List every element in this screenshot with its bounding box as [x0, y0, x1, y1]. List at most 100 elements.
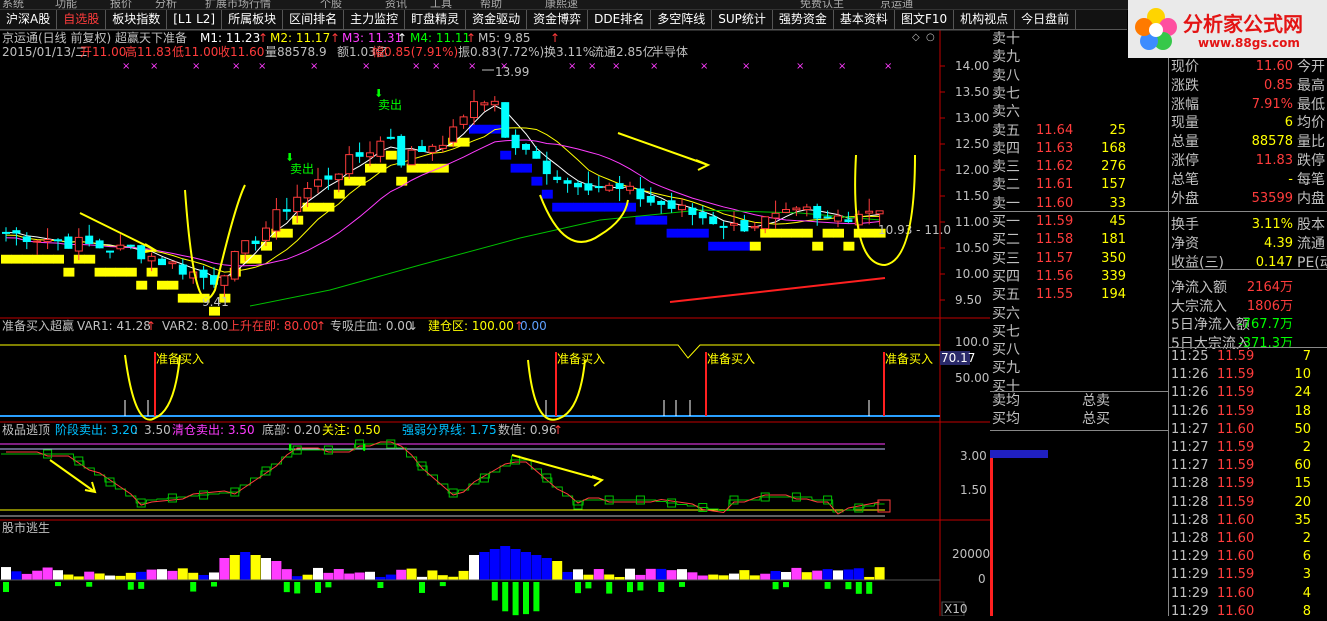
top-menu-item[interactable]: 报价: [110, 0, 132, 9]
volume-bar: [240, 552, 251, 580]
volume-bar: [406, 568, 417, 580]
tab-16[interactable]: 机构视点: [954, 10, 1016, 30]
quote-label-right: 最高: [1297, 77, 1325, 94]
signal-band-block: [635, 215, 647, 225]
top-menu-item[interactable]: 资讯: [385, 0, 407, 9]
volume-bar: [115, 575, 126, 580]
header-quote: 流通2.85亿: [592, 44, 655, 59]
panel3-title: 极品逃顶: [2, 423, 50, 437]
trend-line: [669, 277, 886, 303]
candle-body: [657, 200, 666, 205]
negative-bar: [824, 582, 831, 589]
top-menu-item[interactable]: 系统: [2, 0, 24, 9]
ask-label: 卖二: [992, 177, 1020, 194]
candle-body: [376, 140, 385, 157]
tab-12[interactable]: SUP统计: [712, 10, 773, 30]
signal-band-block: [770, 228, 782, 238]
signal-band-block: [427, 163, 439, 173]
tab-5[interactable]: 区间排名: [283, 10, 345, 30]
top-menu-item[interactable]: 扩展市场行情: [205, 0, 271, 9]
signal-band-block: [833, 228, 844, 238]
candle-body: [834, 215, 842, 222]
negative-bar: [512, 582, 519, 616]
buy-signal-label: 准备买入: [707, 352, 755, 366]
kline-chart[interactable]: 京运通(日线 前复权) 超赢天下准备 M1: 11.23 M2: 11.17 M3: …: [0, 30, 990, 616]
top-menu-item[interactable]: 康熙速: [545, 0, 578, 9]
tick-time: 11:28: [1171, 476, 1209, 492]
panel4-tick: 0: [978, 572, 986, 586]
tick-time: 11:27: [1171, 440, 1209, 455]
tick-volume: 2: [1302, 531, 1311, 546]
candle-body: [199, 269, 208, 278]
panel3-d: 关注: 0.50: [322, 422, 381, 437]
top-menu-item[interactable]: 帮助: [480, 0, 502, 9]
tick-volume: 18: [1294, 403, 1311, 419]
volume-bar: [645, 568, 656, 580]
signal-band-block: [801, 228, 813, 238]
candle-body: [480, 102, 489, 106]
top-menu-item[interactable]: 工具: [430, 0, 452, 9]
tick-price: 11.60: [1217, 531, 1255, 546]
quote-label: 大宗流入: [1171, 298, 1227, 315]
candle-body: [511, 134, 520, 149]
tab-6[interactable]: 主力监控: [344, 10, 406, 30]
tick-price: 11.59: [1217, 385, 1255, 401]
header-indicator: M1: 11.23: [200, 31, 260, 45]
volume-bar: [94, 573, 105, 580]
tick-volume: 7: [1302, 349, 1311, 364]
tab-3[interactable]: [L1 L2]: [167, 10, 223, 30]
top-menu-item[interactable]: 个股: [320, 0, 342, 9]
panel3-a: 阶段卖出: 3.20: [55, 422, 138, 437]
tab-1[interactable]: 自选股: [57, 10, 107, 30]
tab-13[interactable]: 强势资金: [773, 10, 834, 30]
top-menu-item[interactable]: 京运通: [880, 0, 913, 9]
volume-bar: [21, 573, 32, 580]
tab-4[interactable]: 所属板块: [222, 10, 284, 30]
candle-body: [553, 176, 562, 181]
quote-value: 11.83: [1255, 153, 1293, 168]
volume-bar: [396, 569, 407, 580]
marker-x-icon: ×: [310, 61, 318, 72]
signal-band-block: [94, 267, 106, 277]
ask-volume: 276: [1101, 159, 1126, 175]
top-menu-item[interactable]: 功能: [55, 0, 77, 9]
candle-body: [355, 152, 364, 157]
tick-price: 11.60: [1217, 421, 1255, 437]
candle-body: [158, 258, 166, 266]
tick-price: 11.60: [1217, 512, 1255, 528]
candle-body: [2, 231, 10, 234]
candle-body: [542, 160, 551, 175]
tab-15[interactable]: 图文F10: [895, 10, 955, 30]
signal-band-block: [718, 241, 730, 251]
tab-10[interactable]: DDE排名: [588, 10, 652, 30]
candle-body: [459, 116, 468, 125]
signal-band-block: [552, 202, 564, 212]
tab-11[interactable]: 多空阵线: [651, 10, 713, 30]
volume-bar: [42, 567, 53, 580]
tab-17[interactable]: 今日盘前: [1015, 10, 1077, 30]
signal-band-block: [417, 163, 428, 173]
tab-14[interactable]: 基本资料: [834, 10, 895, 30]
signal-band-block: [177, 293, 189, 303]
tab-0[interactable]: 沪深A股: [0, 10, 58, 30]
candle-body: [574, 182, 582, 188]
header-indicator: M4: 11.11: [410, 31, 470, 45]
signal-band-block: [281, 228, 293, 238]
price-tick: 13.50: [955, 85, 989, 99]
candle-body: [334, 173, 343, 181]
volume-bar: [500, 546, 511, 580]
tab-2[interactable]: 板块指数: [106, 10, 168, 30]
top-menu-item[interactable]: 分析: [155, 0, 177, 9]
quote-divider: [1169, 269, 1327, 270]
tab-8[interactable]: 资金驱动: [466, 10, 528, 30]
ask-price: 11.60: [1036, 195, 1074, 211]
header-indicator: 京运通(日线 前复权) 超赢天下准备: [2, 30, 187, 45]
volume-bar: [292, 576, 303, 580]
panel3-c: 底部: 0.20: [262, 422, 321, 437]
tab-7[interactable]: 盯盘精灵: [405, 10, 467, 30]
signal-band-block: [11, 254, 23, 264]
volume-bar: [531, 555, 542, 580]
top-menu-item[interactable]: 免费认主: [800, 0, 844, 9]
tick-price: 11.59: [1217, 440, 1255, 455]
tab-9[interactable]: 资金博弈: [527, 10, 589, 30]
